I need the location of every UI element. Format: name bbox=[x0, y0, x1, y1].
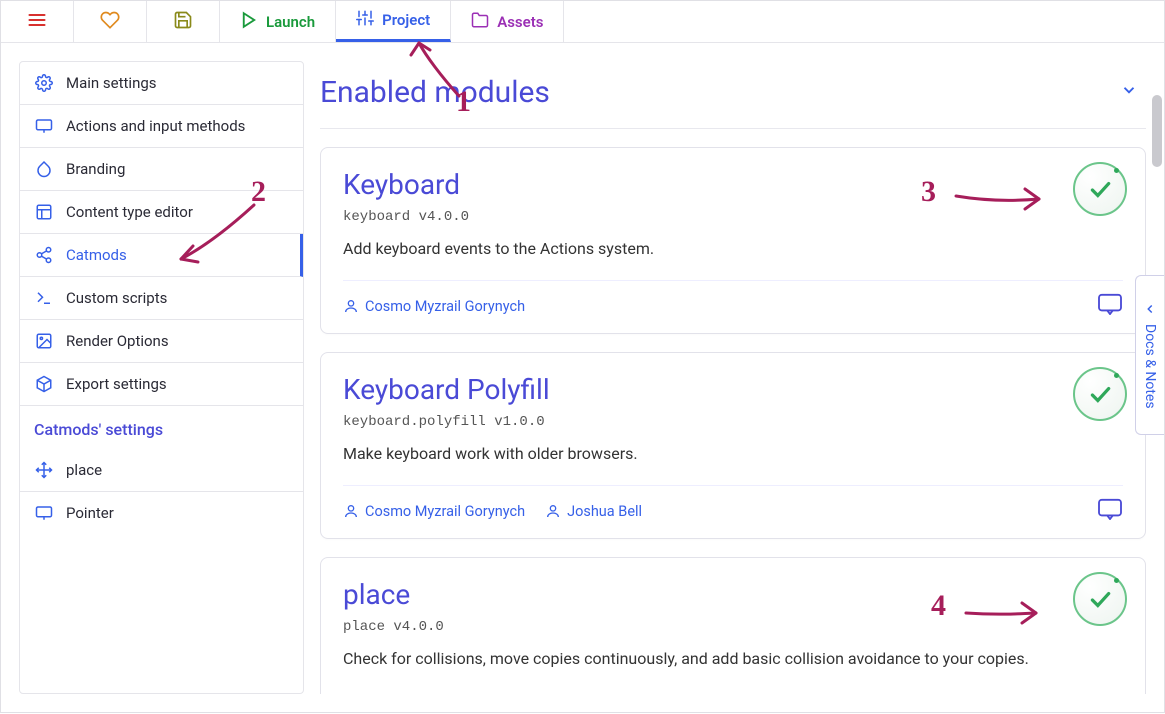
content-area: Enabled modules Keyboard keyboard v4.0.0… bbox=[320, 61, 1146, 694]
user-icon bbox=[545, 503, 561, 519]
module-card-place: place place v4.0.0 Check for collisions,… bbox=[320, 557, 1146, 694]
gear-icon bbox=[34, 73, 54, 93]
module-toggle-enabled[interactable] bbox=[1073, 572, 1127, 626]
module-description: Check for collisions, move copies contin… bbox=[343, 649, 1123, 668]
sidebar-item-label: Catmods bbox=[66, 246, 127, 264]
layout-icon bbox=[34, 202, 54, 222]
sidebar-item-content-type[interactable]: Content type editor bbox=[20, 191, 303, 234]
sidebar-item-catmods[interactable]: Catmods bbox=[20, 234, 303, 277]
module-author[interactable]: Cosmo Myzrail Gorynych bbox=[343, 503, 525, 520]
sidebar-item-label: Branding bbox=[66, 160, 125, 178]
chevron-down-icon[interactable] bbox=[1120, 81, 1146, 104]
launch-label: Launch bbox=[266, 13, 315, 31]
assets-tab[interactable]: Assets bbox=[451, 1, 564, 42]
module-author[interactable]: Cosmo Myzrail Gorynych bbox=[343, 298, 525, 315]
module-card-keyboard: Keyboard keyboard v4.0.0 Add keyboard ev… bbox=[320, 147, 1146, 334]
image-icon bbox=[34, 331, 54, 351]
sidebar-item-label: Custom scripts bbox=[66, 289, 167, 307]
share-icon bbox=[34, 245, 54, 265]
module-version: place v4.0.0 bbox=[343, 619, 1123, 635]
hamburger-icon bbox=[27, 10, 47, 34]
topbar: Launch Project Assets bbox=[1, 1, 1164, 43]
module-card-keyboard-polyfill: Keyboard Polyfill keyboard.polyfill v1.0… bbox=[320, 352, 1146, 539]
module-title: place bbox=[343, 578, 1123, 611]
scrollbar-thumb[interactable] bbox=[1152, 95, 1162, 167]
sidebar-item-label: Content type editor bbox=[66, 203, 193, 221]
module-title: Keyboard Polyfill bbox=[343, 373, 1123, 406]
pointer-icon bbox=[34, 503, 54, 523]
preview-icon[interactable] bbox=[1097, 293, 1123, 319]
module-toggle-enabled[interactable] bbox=[1073, 162, 1127, 216]
heart-icon bbox=[100, 10, 120, 34]
module-version: keyboard v4.0.0 bbox=[343, 209, 1123, 225]
sidebar-item-pointer[interactable]: Pointer bbox=[20, 492, 303, 534]
favorite-button[interactable] bbox=[74, 1, 147, 42]
monitor-icon bbox=[34, 116, 54, 136]
sidebar-item-render[interactable]: Render Options bbox=[20, 320, 303, 363]
chevron-left-icon bbox=[1143, 302, 1157, 316]
section-title: Enabled modules bbox=[320, 75, 550, 110]
sidebar-item-label: Actions and input methods bbox=[66, 117, 245, 135]
module-title: Keyboard bbox=[343, 168, 1123, 201]
docs-notes-tab[interactable]: Docs & Notes bbox=[1135, 275, 1164, 435]
check-icon bbox=[1087, 586, 1113, 612]
sliders-icon bbox=[356, 9, 374, 31]
sidebar-item-label: Render Options bbox=[66, 332, 169, 350]
preview-icon[interactable] bbox=[1097, 498, 1123, 524]
save-button[interactable] bbox=[147, 1, 220, 42]
project-tab[interactable]: Project bbox=[336, 1, 451, 42]
move-icon bbox=[34, 460, 54, 480]
sidebar-item-export[interactable]: Export settings bbox=[20, 363, 303, 406]
project-label: Project bbox=[382, 11, 430, 29]
user-icon bbox=[343, 503, 359, 519]
save-icon bbox=[173, 10, 193, 34]
user-icon bbox=[343, 298, 359, 314]
menu-button[interactable] bbox=[1, 1, 74, 42]
sidebar-item-branding[interactable]: Branding bbox=[20, 148, 303, 191]
sidebar-item-place[interactable]: place bbox=[20, 449, 303, 492]
project-sidebar: Main settings Actions and input methods … bbox=[19, 61, 304, 694]
sidebar-item-label: Main settings bbox=[66, 74, 157, 92]
section-header[interactable]: Enabled modules bbox=[320, 61, 1146, 129]
sidebar-item-label: Pointer bbox=[66, 504, 114, 522]
assets-label: Assets bbox=[497, 13, 543, 31]
module-version: keyboard.polyfill v1.0.0 bbox=[343, 414, 1123, 430]
sidebar-item-label: place bbox=[66, 461, 102, 479]
check-icon bbox=[1087, 381, 1113, 407]
module-description: Make keyboard work with older browsers. bbox=[343, 444, 1123, 463]
check-icon bbox=[1087, 176, 1113, 202]
droplet-icon bbox=[34, 159, 54, 179]
sidebar-item-custom-scripts[interactable]: Custom scripts bbox=[20, 277, 303, 320]
sidebar-section-title: Catmods' settings bbox=[20, 406, 303, 449]
play-icon bbox=[240, 11, 258, 33]
terminal-icon bbox=[34, 288, 54, 308]
sidebar-item-main-settings[interactable]: Main settings bbox=[20, 62, 303, 105]
docs-notes-label: Docs & Notes bbox=[1142, 324, 1158, 409]
module-toggle-enabled[interactable] bbox=[1073, 367, 1127, 421]
launch-tab[interactable]: Launch bbox=[220, 1, 336, 42]
sidebar-item-label: Export settings bbox=[66, 375, 167, 393]
module-author[interactable]: Joshua Bell bbox=[545, 503, 642, 520]
package-icon bbox=[34, 374, 54, 394]
module-description: Add keyboard events to the Actions syste… bbox=[343, 239, 1123, 258]
folder-icon bbox=[471, 11, 489, 33]
sidebar-item-actions[interactable]: Actions and input methods bbox=[20, 105, 303, 148]
